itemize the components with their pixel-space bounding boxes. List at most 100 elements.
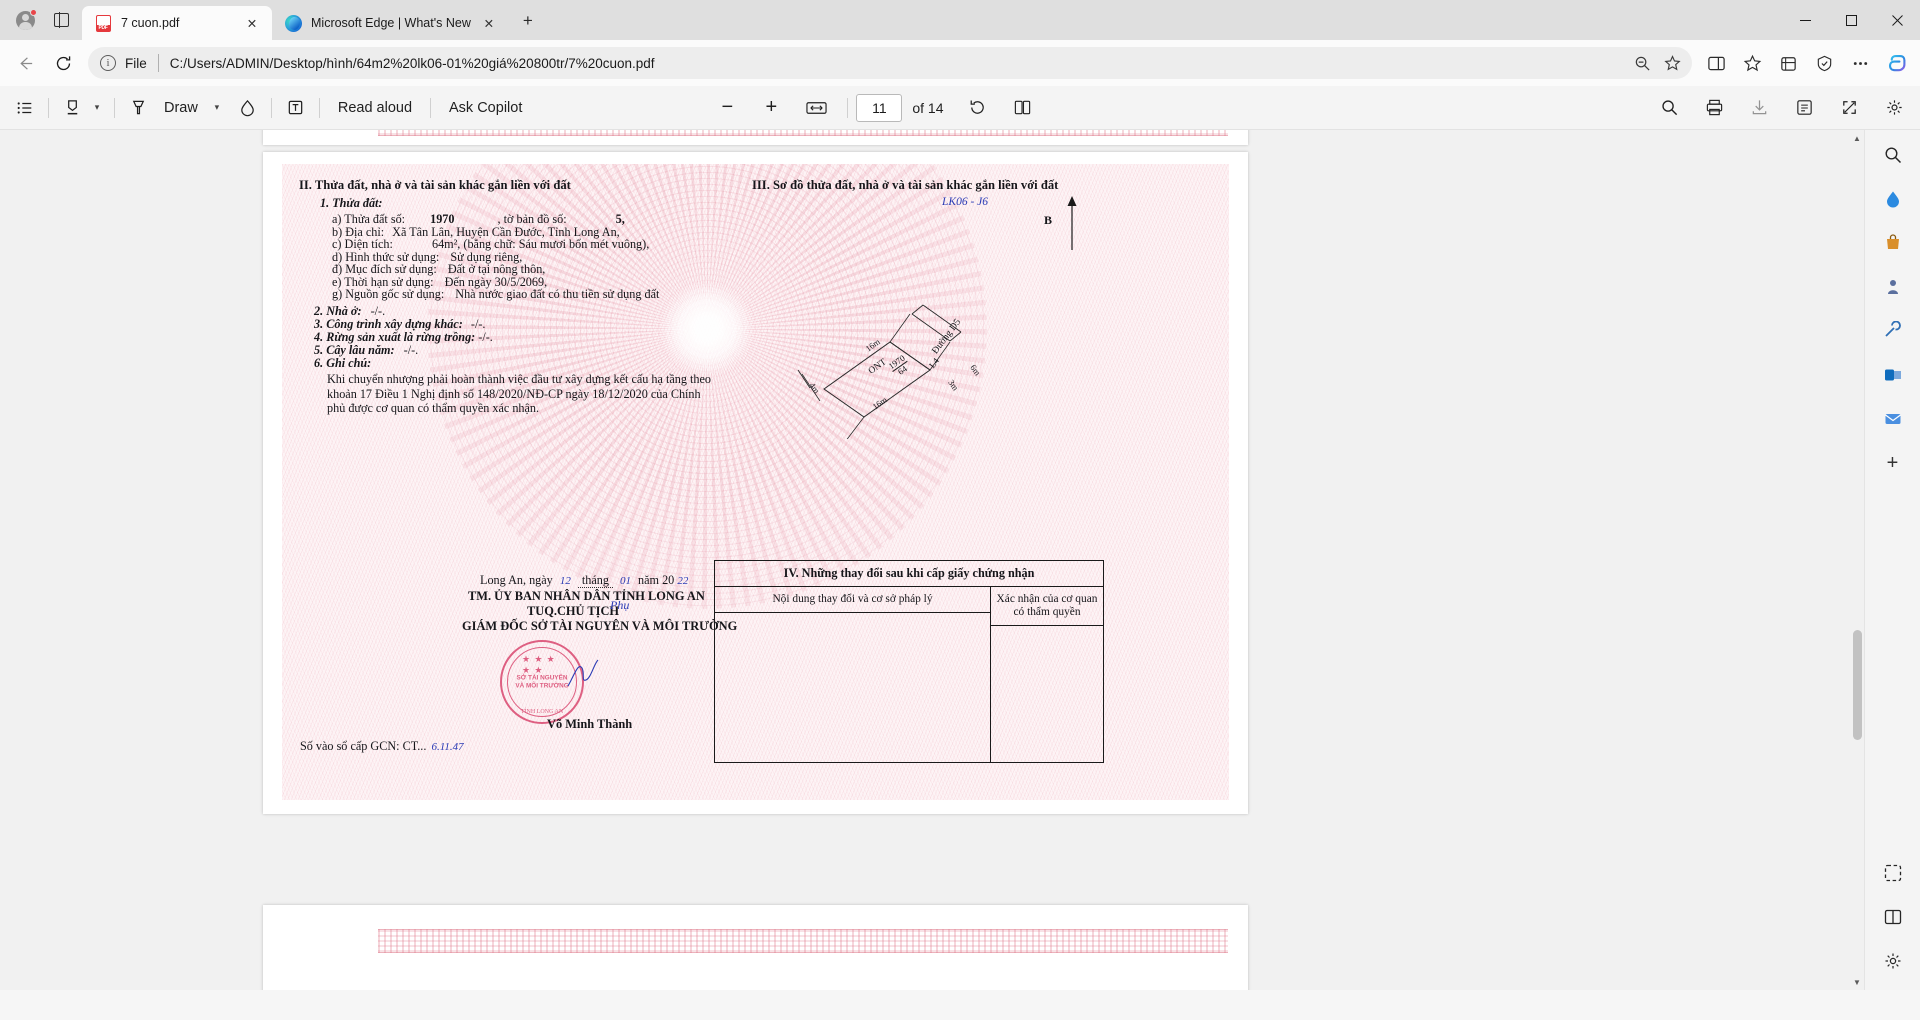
handwritten-signature — [567, 659, 599, 687]
teams-icon[interactable] — [1874, 400, 1912, 438]
toolbar-divider — [270, 97, 272, 118]
signature-authority-line-3: GIÁM ĐỐC SỞ TÀI NGUYÊN VÀ MÔI TRƯỜNG — [462, 619, 738, 633]
section-2-item-6: 6. Ghi chú: — [314, 356, 372, 370]
scroll-down-button[interactable]: ▼ — [1850, 974, 1864, 990]
highlight-icon[interactable] — [57, 93, 88, 123]
signature-scribble: Phụ — [610, 598, 630, 612]
toolbar-divider — [318, 97, 320, 118]
save-icon[interactable] — [1744, 93, 1775, 123]
shopping-icon[interactable] — [1874, 224, 1912, 262]
item-2-value: -/-. — [370, 304, 386, 318]
pdf-toolbar-right — [1654, 93, 1910, 123]
tools-icon[interactable] — [1874, 312, 1912, 350]
certificate-body: II. Thửa đất, nhà ở và tài sản khác gắn … — [282, 164, 1229, 800]
notes-icon[interactable] — [1789, 93, 1820, 123]
tab-close-button[interactable]: ✕ — [477, 11, 501, 35]
refresh-button[interactable] — [46, 46, 80, 80]
section-4-col2-header: Xác nhận của cơ quan có thẩm quyền — [991, 587, 1103, 626]
section-4-col2-body — [991, 626, 1103, 762]
toolbar-divider — [430, 97, 432, 118]
new-tab-button[interactable]: + — [513, 6, 543, 36]
info-icon[interactable]: i — [100, 55, 116, 71]
pdf-page-current: II. Thửa đất, nhà ở và tài sản khác gắn … — [263, 152, 1248, 814]
edge-sidebar: + — [1864, 130, 1920, 990]
zoom-in-button[interactable]: + — [756, 93, 786, 123]
highlight-caret-icon[interactable]: ▾ — [88, 93, 106, 123]
add-rail-icon[interactable]: + — [1874, 444, 1912, 482]
rail-settings-icon[interactable] — [1874, 942, 1912, 980]
window-controls — [1782, 0, 1920, 40]
pdf-viewer[interactable]: II. Thửa đất, nhà ở và tài sản khác gắn … — [0, 130, 1864, 990]
address-bar: i File C:/Users/ADMIN/Desktop/hình/64m2%… — [0, 40, 1920, 86]
read-aloud-button[interactable]: Read aloud — [328, 93, 422, 123]
origin-value: Nhà nước giao đất có thu tiền sử dụng đấ… — [455, 287, 660, 301]
ellipsis-icon[interactable] — [1843, 46, 1877, 80]
zoom-out-icon[interactable] — [1628, 49, 1656, 77]
signature-authority-line-1: TM. ỦY BAN NHÂN DÂN TỈNH LONG AN — [468, 589, 705, 603]
toolbar-divider — [48, 97, 49, 118]
copilot-icon[interactable] — [1880, 46, 1914, 80]
fullscreen-icon[interactable] — [1834, 93, 1865, 123]
back-button[interactable] — [8, 46, 42, 80]
table-of-contents-icon[interactable] — [10, 93, 40, 123]
collections-icon[interactable] — [1771, 46, 1805, 80]
vertical-tabs-icon — [53, 12, 69, 28]
search-rail-icon[interactable] — [1874, 136, 1912, 174]
close-window-button[interactable] — [1874, 0, 1920, 40]
add-text-icon[interactable] — [280, 93, 311, 123]
games-icon[interactable] — [1874, 268, 1912, 306]
pdf-toolbar: ▾ Draw ▾ Read aloud Ask Copilot − + 11 o… — [0, 86, 1920, 130]
outlook-icon[interactable] — [1874, 356, 1912, 394]
minimize-button[interactable] — [1782, 0, 1828, 40]
signature-place-date: Long An, ngày 12 tháng 01 năm 20 22 — [480, 573, 689, 588]
section-3-heading: III. Sơ đồ thửa đất, nhà ở và tài sản kh… — [752, 178, 1059, 192]
scrollbar-thumb[interactable] — [1853, 630, 1862, 740]
pdf-settings-icon[interactable] — [1879, 93, 1910, 123]
page-number-input[interactable]: 11 — [856, 93, 903, 122]
favorites-icon[interactable] — [1735, 46, 1769, 80]
draw-caret-icon[interactable]: ▾ — [208, 93, 226, 123]
decorative-border — [378, 929, 1228, 953]
screenshot-icon[interactable] — [1874, 854, 1912, 892]
star-icon[interactable] — [1658, 49, 1686, 77]
scroll-up-button[interactable]: ▲ — [1850, 130, 1864, 146]
certificate-text-layer: II. Thửa đất, nhà ở và tài sản khác gắn … — [282, 164, 1229, 800]
item-3-value: -/-. — [470, 317, 486, 331]
eraser-icon[interactable] — [232, 93, 263, 123]
tab-actions-button[interactable] — [44, 5, 78, 35]
zoom-out-button[interactable]: − — [712, 93, 742, 123]
browser-essentials-icon[interactable] — [1807, 46, 1841, 80]
tab-edge-whats-new[interactable]: Microsoft Edge | What's New ✕ — [272, 6, 509, 40]
fit-page-icon[interactable] — [800, 93, 833, 123]
profile-notification-dot — [30, 9, 37, 16]
maximize-button[interactable] — [1828, 0, 1874, 40]
split-view-icon[interactable] — [1874, 898, 1912, 936]
section-4-column-left: Nội dung thay đổi và cơ sở pháp lý — [715, 587, 991, 762]
split-screen-icon[interactable] — [1699, 46, 1733, 80]
search-icon[interactable] — [1654, 93, 1685, 123]
draw-icon[interactable] — [123, 93, 154, 123]
profile-button[interactable] — [8, 5, 42, 35]
minimize-icon — [1799, 19, 1811, 21]
tab-pdf[interactable]: PDF 7 cuon.pdf ✕ — [82, 6, 272, 40]
section-4-heading: IV. Những thay đổi sau khi cấp giấy chứn… — [715, 561, 1103, 587]
north-label: B — [1044, 213, 1053, 227]
signature-month: 01 — [620, 575, 631, 587]
tab-strip: PDF 7 cuon.pdf ✕ Microsoft Edge | What's… — [82, 0, 543, 40]
tab-title: Microsoft Edge | What's New — [311, 16, 471, 30]
page-view-icon[interactable] — [1007, 93, 1038, 123]
edge-drop-icon[interactable] — [1874, 180, 1912, 218]
print-icon[interactable] — [1699, 93, 1730, 123]
section-2-heading: II. Thửa đất, nhà ở và tài sản khác gắn … — [299, 178, 571, 192]
draw-button[interactable]: Draw — [154, 93, 208, 123]
omnibox-divider — [157, 54, 159, 72]
tab-close-button[interactable]: ✕ — [240, 11, 264, 35]
url-text[interactable]: C:/Users/ADMIN/Desktop/hình/64m2%20lk06-… — [170, 56, 1622, 71]
url-omnibox[interactable]: i File C:/Users/ADMIN/Desktop/hình/64m2%… — [88, 47, 1692, 79]
rotate-icon[interactable] — [962, 93, 993, 123]
back-arrow-icon — [19, 56, 32, 70]
pdf-page-next — [263, 905, 1248, 990]
origin-line: g) Nguồn gốc sử dụng: Nhà nước giao đất … — [332, 287, 659, 302]
ask-copilot-button[interactable]: Ask Copilot — [439, 93, 532, 123]
vertical-scrollbar[interactable]: ▲ ▼ — [1850, 130, 1864, 990]
